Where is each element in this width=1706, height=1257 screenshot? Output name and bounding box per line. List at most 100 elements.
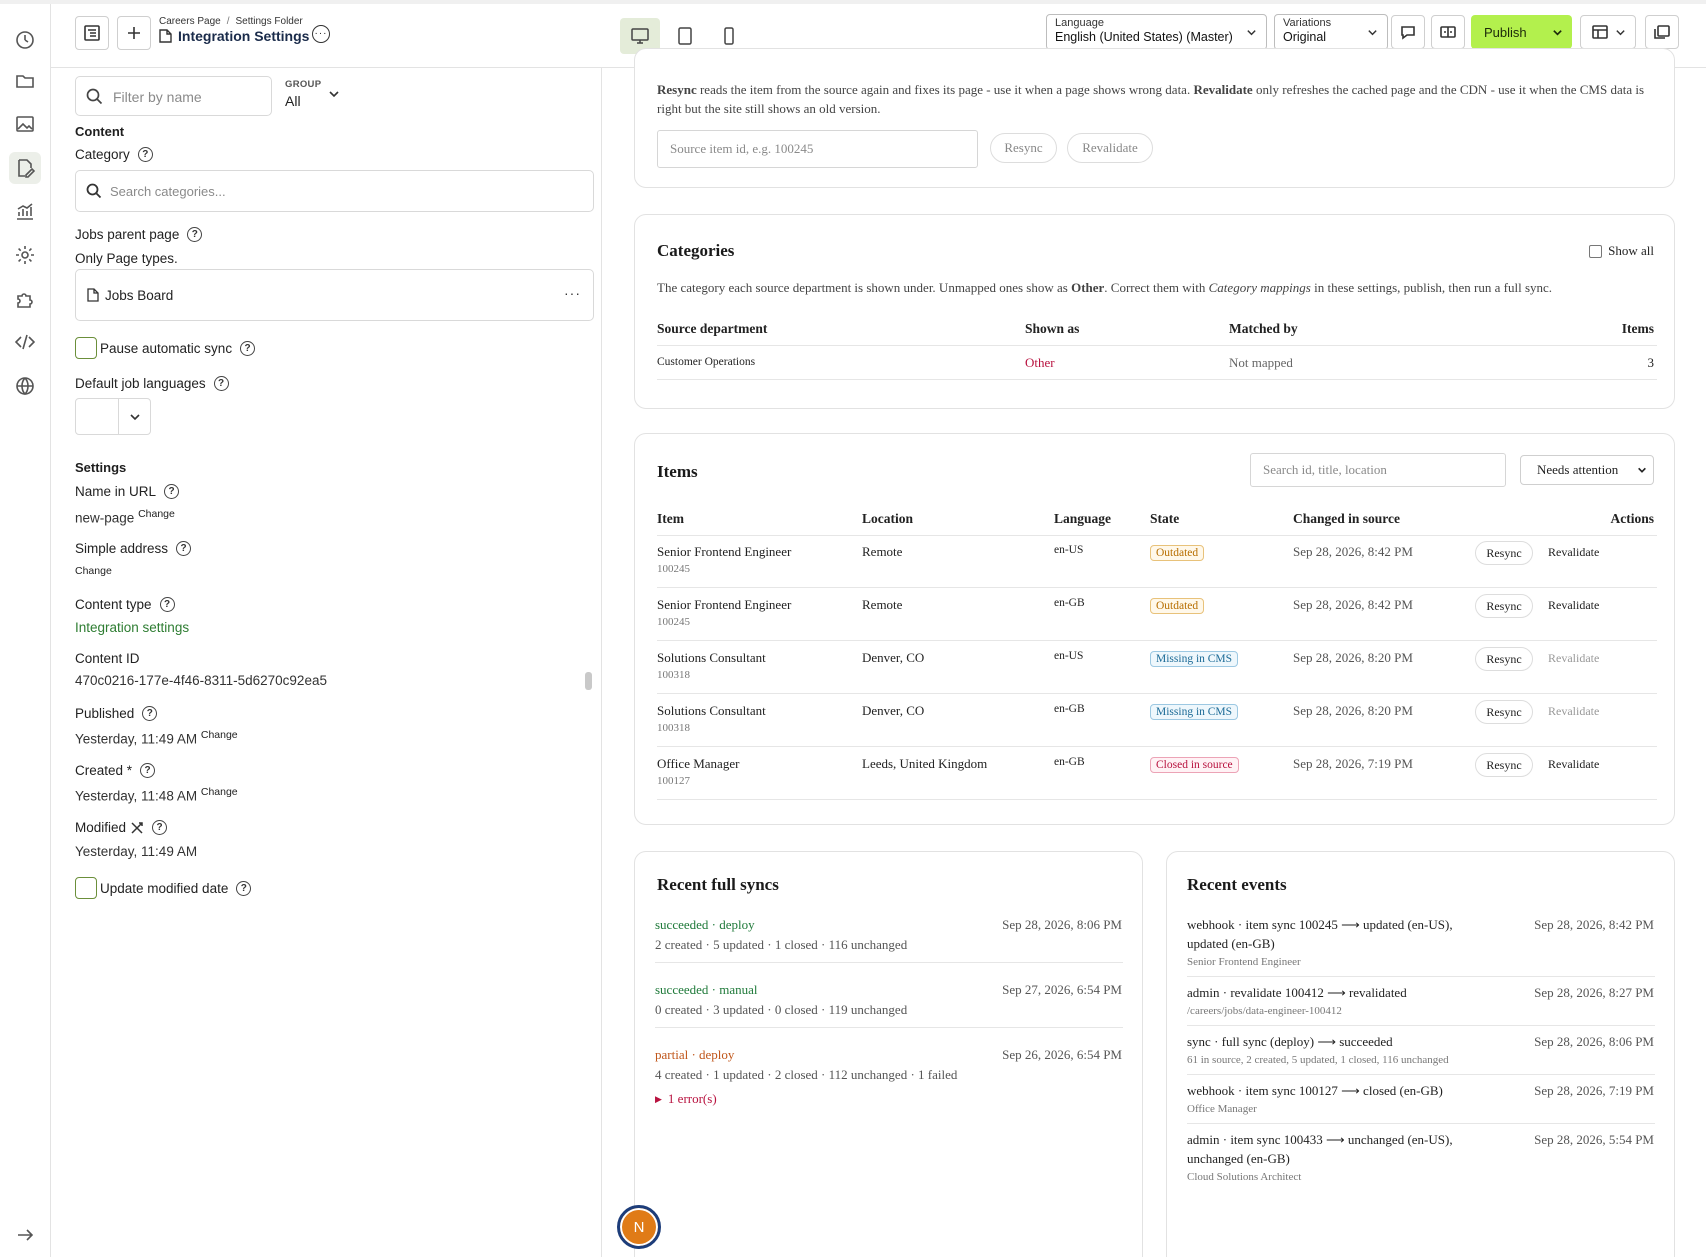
item-changed: Sep 28, 2026, 8:42 PM bbox=[1293, 597, 1413, 612]
item-changed: Sep 28, 2026, 7:19 PM bbox=[1293, 756, 1413, 771]
published-label: Published bbox=[75, 706, 135, 721]
group-select-value[interactable]: All bbox=[285, 93, 301, 109]
chevron-down-icon[interactable] bbox=[328, 88, 340, 100]
item-language: en-GB bbox=[1054, 703, 1085, 715]
category-placeholder: Search categories... bbox=[110, 184, 226, 199]
created-row: Yesterday, 11:48 AM Change bbox=[75, 786, 238, 804]
help-icon[interactable]: ? bbox=[140, 763, 156, 778]
language-select[interactable]: Language English (United States) (Master… bbox=[1046, 14, 1267, 50]
properties-panel: Filter by name GROUP All Content Categor… bbox=[51, 68, 602, 1257]
windows-icon bbox=[1654, 25, 1670, 39]
chevron-down-icon bbox=[130, 414, 140, 421]
windows-button[interactable] bbox=[1645, 15, 1679, 49]
items-search-input[interactable]: Search id, title, location bbox=[1250, 453, 1506, 487]
add-button[interactable] bbox=[117, 16, 151, 50]
item-state-badge: Missing in CMS bbox=[1150, 704, 1239, 720]
item-title: Office Manager bbox=[657, 756, 740, 771]
show-all-checkbox[interactable] bbox=[1589, 244, 1603, 258]
help-icon[interactable]: ? bbox=[176, 541, 192, 556]
help-icon[interactable]: ? bbox=[187, 227, 203, 242]
more-options-icon[interactable]: ··· bbox=[564, 285, 581, 301]
help-icon[interactable]: ? bbox=[164, 484, 180, 499]
item-revalidate-button[interactable]: Revalidate bbox=[1548, 598, 1599, 613]
created-label-text: Created bbox=[75, 763, 124, 778]
content-edit-icon[interactable] bbox=[9, 152, 41, 184]
item-resync-button[interactable]: Resync bbox=[1475, 647, 1533, 671]
item-revalidate-button[interactable]: Revalidate bbox=[1548, 545, 1599, 560]
help-icon[interactable]: ? bbox=[152, 820, 168, 835]
item-resync-button[interactable]: Resync bbox=[1475, 700, 1533, 724]
row-divider bbox=[1187, 1074, 1655, 1075]
simple-address-change-link[interactable]: Change bbox=[75, 565, 112, 577]
name-url-field-label: Name in URL? bbox=[75, 484, 180, 499]
help-icon[interactable]: ? bbox=[142, 706, 158, 721]
event-subtext: /careers/jobs/data-engineer-100412 bbox=[1187, 1005, 1342, 1017]
tools-icon[interactable] bbox=[130, 821, 144, 835]
help-icon[interactable]: ? bbox=[137, 147, 153, 162]
created-change-link[interactable]: Change bbox=[201, 786, 238, 798]
item-resync-button[interactable]: Resync bbox=[1475, 753, 1533, 777]
settings-gear-icon[interactable] bbox=[9, 239, 41, 271]
simple-address-field-label: Simple address? bbox=[75, 541, 192, 556]
published-change-link[interactable]: Change bbox=[201, 729, 238, 741]
more-options-icon[interactable]: ··· bbox=[312, 25, 330, 43]
items-card: Items Search id, title, location Needs a… bbox=[634, 433, 1675, 825]
content-type-value[interactable]: Integration settings bbox=[75, 620, 189, 635]
event-subtext: 61 in source, 2 created, 5 updated, 1 cl… bbox=[1187, 1054, 1449, 1066]
dashboard-icon[interactable] bbox=[9, 24, 41, 56]
revalidate-term: Revalidate bbox=[1193, 82, 1253, 97]
item-state-badge: Closed in source bbox=[1150, 757, 1239, 773]
resync-term: Resync bbox=[657, 82, 697, 97]
panel-scrollbar[interactable] bbox=[585, 672, 592, 690]
layout-button[interactable] bbox=[1580, 15, 1636, 49]
items-filter-select[interactable]: Needs attention bbox=[1520, 455, 1654, 485]
comments-button[interactable] bbox=[1391, 15, 1425, 49]
name-url-change-link[interactable]: Change bbox=[138, 508, 175, 520]
update-modified-checkbox[interactable] bbox=[75, 877, 97, 899]
resync-button[interactable]: Resync bbox=[990, 133, 1057, 163]
source-item-id-input[interactable]: Source item id, e.g. 100245 bbox=[657, 130, 978, 168]
show-all-toggle[interactable]: Show all bbox=[1589, 243, 1654, 259]
item-resync-button[interactable]: Resync bbox=[1475, 594, 1533, 618]
add-ons-puzzle-icon[interactable] bbox=[9, 283, 41, 315]
pause-sync-checkbox[interactable] bbox=[75, 337, 97, 359]
compare-button[interactable] bbox=[1431, 15, 1465, 49]
jobs-parent-picker[interactable]: Jobs Board ··· bbox=[75, 269, 594, 321]
default-lang-select[interactable] bbox=[75, 398, 151, 435]
globe-icon[interactable] bbox=[9, 370, 41, 402]
variations-select[interactable]: Variations Original bbox=[1274, 14, 1388, 50]
item-id: 100245 bbox=[657, 616, 690, 628]
breadcrumb-item[interactable]: Settings Folder bbox=[235, 16, 302, 27]
row-divider bbox=[1187, 1123, 1655, 1124]
help-icon[interactable]: ? bbox=[159, 597, 175, 612]
expand-triangle-icon: ▶ bbox=[655, 1093, 662, 1104]
recent-events-title: Recent events bbox=[1187, 875, 1287, 894]
tree-toggle-button[interactable] bbox=[75, 16, 109, 50]
filter-by-name-input[interactable]: Filter by name bbox=[75, 76, 272, 116]
help-icon[interactable]: ? bbox=[213, 376, 229, 391]
code-icon[interactable] bbox=[9, 326, 41, 358]
item-revalidate-button[interactable]: Revalidate bbox=[1548, 757, 1599, 772]
content-id-label: Content ID bbox=[75, 651, 140, 666]
analytics-icon[interactable] bbox=[9, 196, 41, 228]
user-avatar[interactable]: N bbox=[617, 1205, 661, 1249]
col-location: Location bbox=[862, 511, 914, 526]
category-search-input[interactable]: Search categories... bbox=[75, 170, 594, 212]
help-icon[interactable]: ? bbox=[240, 340, 256, 356]
publish-button[interactable]: Publish bbox=[1471, 15, 1572, 49]
media-icon[interactable] bbox=[9, 108, 41, 140]
folder-icon[interactable] bbox=[9, 65, 41, 97]
item-state-badge: Outdated bbox=[1150, 598, 1205, 614]
breadcrumb-item[interactable]: Careers Page bbox=[159, 16, 221, 27]
row-divider bbox=[1187, 1025, 1655, 1026]
expand-arrow-icon[interactable] bbox=[9, 1219, 41, 1251]
item-state-badge: Missing in CMS bbox=[1150, 651, 1239, 667]
item-resync-button[interactable]: Resync bbox=[1475, 541, 1533, 565]
category-label: Category bbox=[75, 147, 130, 162]
revalidate-button[interactable]: Revalidate bbox=[1067, 133, 1153, 163]
item-state-badge: Outdated bbox=[1150, 545, 1205, 561]
help-icon[interactable]: ? bbox=[236, 880, 252, 896]
plus-icon bbox=[128, 27, 140, 39]
sync-errors-toggle[interactable]: ▶ 1 error(s) bbox=[655, 1091, 717, 1107]
required-marker: * bbox=[126, 763, 133, 778]
